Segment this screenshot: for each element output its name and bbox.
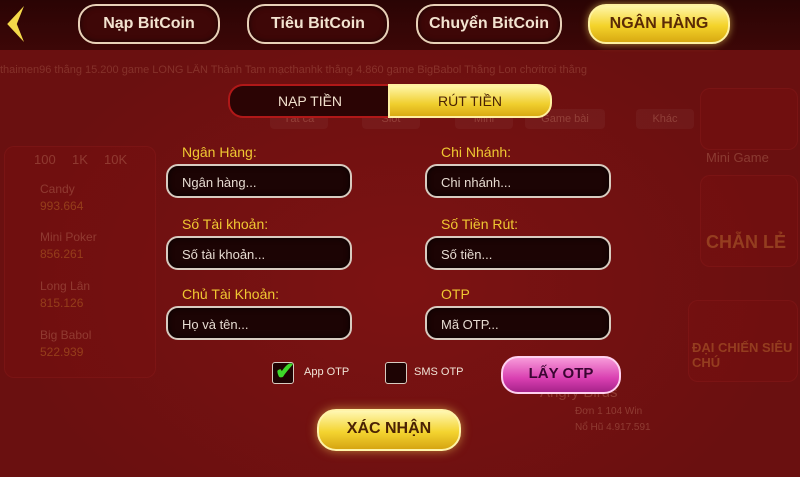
chan-le-label: CHẴN LẺ [706,232,786,252]
amount-input[interactable]: Số tiền... [425,236,611,270]
tab-deposit[interactable]: NẠP TIỀN [228,84,390,118]
jackpot-name: Candy [40,182,75,196]
branch-input[interactable]: Chi nhánh... [425,164,611,198]
jackpot-panel [4,146,156,378]
get-otp-button[interactable]: LẤY OTP [501,356,621,394]
app-otp-label: App OTP [304,366,350,378]
filter-100: 100 [34,152,56,167]
account-number-label: Số Tài khoản: [182,216,269,232]
dai-chien-label: ĐẠI CHIẾN SIÊU CHÚ [692,340,793,370]
jackpot-value: 522.939 [40,345,84,359]
filter-10k: 10K [104,152,128,167]
chan-le-tile [700,175,798,267]
mini-game-label: Mini Game [706,150,769,165]
bank-label: Ngân Hàng: [182,144,257,160]
branch-label: Chi Nhánh: [441,144,512,160]
sms-otp-checkbox[interactable] [385,362,407,384]
otp-label: OTP [441,286,470,302]
angry-birds-line2: Nổ Hũ 4.917.591 [575,422,651,433]
jackpot-value: 815.126 [40,296,84,310]
sms-otp-label: SMS OTP [414,366,464,378]
jackpot-value: 856.261 [40,247,84,261]
account-holder-input[interactable]: Họ và tên... [166,306,352,340]
confirm-button[interactable]: XÁC NHẬN [317,409,461,451]
winner-ticker: thaimen96 thắng 15.200 game LONG LÂN Thà… [0,64,587,76]
checkmark-icon: ✔ [275,358,296,385]
otp-input[interactable]: Mã OTP... [425,306,611,340]
jackpot-name: Mini Poker [40,230,97,244]
chuyen-bitcoin-button[interactable]: Chuyển BitCoin [416,4,562,44]
filter-1k: 1K [72,152,88,167]
ngan-hang-button[interactable]: NGÂN HÀNG [588,4,730,44]
tab-withdraw[interactable]: RÚT TIỀN [388,84,552,118]
amount-label: Số Tiền Rút: [441,216,519,232]
nap-bitcoin-button[interactable]: Nạp BitCoin [78,4,220,44]
app-otp-checkbox[interactable]: ✔ [272,358,295,385]
account-number-input[interactable]: Số tài khoản... [166,236,352,270]
game-tab-other: Khác [636,109,694,129]
jackpot-name: Big Babol [40,328,92,342]
account-holder-label: Chủ Tài Khoản: [182,286,280,302]
angry-birds-line1: Đơn 1 104 Win [575,406,643,417]
bank-input[interactable]: Ngân hàng... [166,164,352,198]
tieu-bitcoin-button[interactable]: Tiêu BitCoin [247,4,389,44]
jackpot-value: 993.664 [40,199,84,213]
jackpot-name: Long Lân [40,279,91,293]
mini-game-tile [700,88,798,150]
